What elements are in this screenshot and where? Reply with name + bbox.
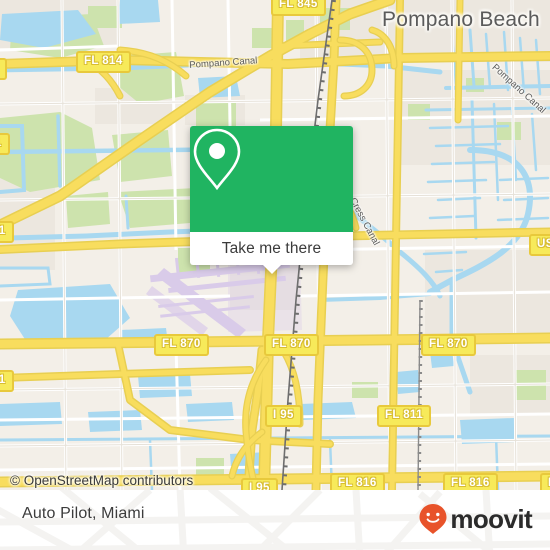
shield-fl-816-b[interactable]: FL 816 xyxy=(443,473,498,490)
footer-bar: Auto Pilot, Miami moovit xyxy=(0,490,550,550)
shield-fl-845[interactable]: FL 845 xyxy=(271,0,326,16)
shield-us-441-b[interactable]: 41 xyxy=(0,133,10,155)
callout-icon-area xyxy=(190,126,353,232)
map-pin-icon xyxy=(193,128,241,191)
callout-label: Take me there xyxy=(221,239,322,257)
moovit-pin-icon xyxy=(419,504,447,534)
shield-us-1[interactable]: US xyxy=(529,234,550,256)
shield-fl-816-a[interactable]: FL 816 xyxy=(330,473,385,490)
shield-fl-870-a[interactable]: FL 870 xyxy=(154,334,209,356)
moovit-brand[interactable]: moovit xyxy=(418,503,533,535)
shield-fl-811[interactable]: FL 811 xyxy=(377,405,431,427)
footer-title: Auto Pilot, Miami xyxy=(22,505,145,522)
shield-us-441-a[interactable]: 1 xyxy=(0,58,7,80)
map-canvas[interactable]: Pompano Beach Pompano Canal Pompano Cana… xyxy=(0,0,550,490)
shield-fl-816-c[interactable]: F xyxy=(540,473,550,490)
shield-fl-814[interactable]: FL 814 xyxy=(76,51,131,73)
moovit-wordmark: moovit xyxy=(450,504,532,534)
shield-fl-870-b[interactable]: FL 870 xyxy=(264,334,319,356)
place-label-pompano-beach: Pompano Beach xyxy=(382,8,540,31)
shield-us-441-d[interactable]: 41 xyxy=(0,370,14,392)
shield-i-95[interactable]: I 95 xyxy=(265,405,302,427)
shield-i-95-b[interactable]: I 95 xyxy=(241,478,278,490)
destination-callout-card[interactable]: Take me there xyxy=(190,126,353,274)
shield-fl-870-c[interactable]: FL 870 xyxy=(421,334,476,356)
shield-us-441-c[interactable]: 41 xyxy=(0,221,14,243)
osm-attribution[interactable]: © OpenStreetMap contributors xyxy=(10,473,193,488)
callout-pointer xyxy=(261,264,282,274)
callout-action-area[interactable]: Take me there xyxy=(190,232,353,274)
map-screenshot: Pompano Beach Pompano Canal Pompano Cana… xyxy=(0,0,550,550)
